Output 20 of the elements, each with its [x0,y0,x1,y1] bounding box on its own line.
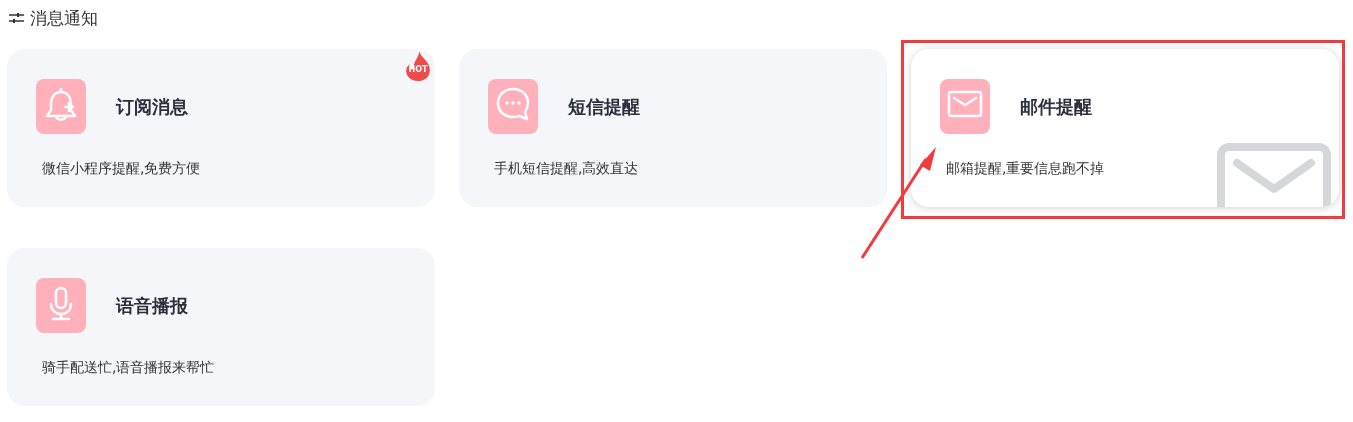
card-title: 邮件提醒 [1020,94,1092,119]
card-title: 订阅消息 [116,94,188,119]
envelope-icon [1217,143,1331,207]
notification-card[interactable]: 邮件提醒 邮箱提醒,重要信息跑不掉 [911,49,1339,207]
sliders-icon [9,11,24,25]
section-title: 消息通知 [30,6,98,30]
card-description: 手机短信提醒,高效直达 [494,160,640,178]
microphone-icon [36,278,86,333]
card-title: 语音播报 [116,293,188,318]
chat-icon [488,79,538,134]
bell-icon [36,79,86,134]
notification-card[interactable]: HOT 订阅消息 微信小程序提醒,免费方便 [7,49,435,207]
card-description: 微信小程序提醒,免费方便 [42,160,202,178]
hot-badge: HOT [405,51,431,81]
envelope-icon [940,79,990,134]
card-description: 骑手配送忙,语音播报来帮忙 [42,359,216,377]
notification-card[interactable]: 短信提醒 手机短信提醒,高效直达 [459,49,887,207]
notification-card[interactable]: 语音播报 骑手配送忙,语音播报来帮忙 [7,248,435,406]
card-description: 邮箱提醒,重要信息跑不掉 [946,160,1106,178]
card-title: 短信提醒 [568,94,640,119]
